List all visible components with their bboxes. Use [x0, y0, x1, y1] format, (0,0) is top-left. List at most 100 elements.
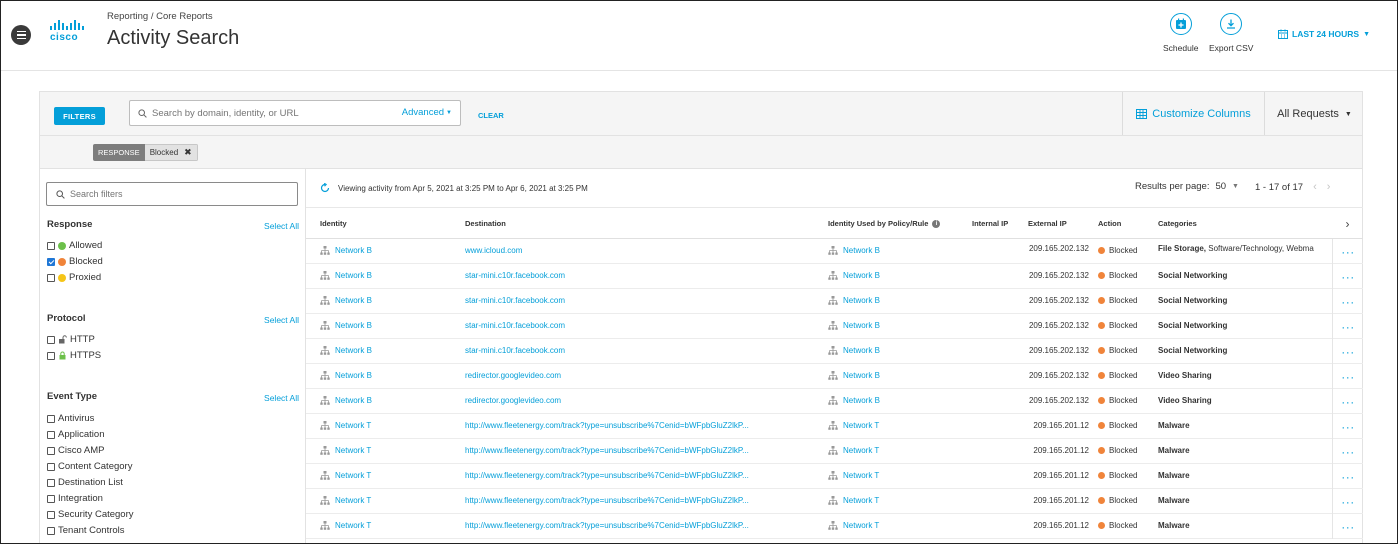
- table-row[interactable]: Network B redirector.googlevideo.com Netwo…: [306, 364, 1363, 389]
- policy-link[interactable]: Network T: [843, 471, 879, 480]
- col-internal-ip[interactable]: Internal IP: [972, 219, 1008, 228]
- filter-option-http[interactable]: HTTP: [47, 334, 95, 345]
- more-options-icon[interactable]: ···: [1332, 514, 1363, 539]
- destination-link[interactable]: redirector.googlevideo.com: [465, 396, 561, 405]
- export-csv-button[interactable]: Export CSV: [1209, 13, 1253, 53]
- filter-search-input[interactable]: [70, 189, 290, 199]
- checkbox[interactable]: [47, 526, 55, 535]
- chevron-right-icon[interactable]: ›: [1327, 181, 1331, 193]
- identity-link[interactable]: Network T: [335, 421, 371, 430]
- results-per-page[interactable]: Results per page: 50 ▼: [1135, 181, 1239, 192]
- policy-link[interactable]: Network B: [843, 271, 880, 280]
- col-external-ip[interactable]: External IP: [1028, 219, 1067, 228]
- identity-link[interactable]: Network B: [335, 296, 372, 305]
- table-row[interactable]: Network B star-mini.c10r.facebook.com Netw…: [306, 314, 1363, 339]
- policy-cell[interactable]: Network B: [828, 321, 880, 330]
- identity-cell[interactable]: Network T: [320, 446, 371, 455]
- filter-option-application[interactable]: Application: [47, 429, 104, 440]
- checkbox[interactable]: [47, 446, 55, 455]
- filter-option-https[interactable]: HTTPS: [47, 350, 101, 361]
- destination-link[interactable]: http://www.fleetenergy.com/track?type=un…: [465, 521, 749, 530]
- identity-cell[interactable]: Network T: [320, 521, 371, 530]
- results-per-page-value[interactable]: 50: [1215, 181, 1226, 192]
- identity-cell[interactable]: Network B: [320, 271, 372, 280]
- col-categories[interactable]: Categories: [1158, 219, 1197, 228]
- table-row[interactable]: Network T http://www.fleetenergy.com/trac…: [306, 464, 1363, 489]
- more-options-icon[interactable]: ···: [1332, 439, 1363, 464]
- policy-link[interactable]: Network B: [843, 321, 880, 330]
- filter-option-integration[interactable]: Integration: [47, 493, 103, 504]
- policy-link[interactable]: Network B: [843, 346, 880, 355]
- policy-cell[interactable]: Network B: [828, 296, 880, 305]
- policy-link[interactable]: Network T: [843, 496, 879, 505]
- checkbox-checked[interactable]: [47, 257, 55, 266]
- identity-cell[interactable]: Network B: [320, 371, 372, 380]
- clear-button[interactable]: CLEAR: [478, 111, 504, 120]
- checkbox[interactable]: [47, 273, 55, 282]
- table-row[interactable]: Network B star-mini.c10r.facebook.com Netw…: [306, 264, 1363, 289]
- filter-option-antivirus[interactable]: Antivirus: [47, 413, 94, 424]
- policy-cell[interactable]: Network T: [828, 521, 879, 530]
- more-options-icon[interactable]: ···: [1332, 364, 1363, 389]
- search-input-wrapper[interactable]: Advanced ▼: [129, 100, 461, 126]
- breadcrumb[interactable]: Reporting / Core Reports: [107, 11, 213, 22]
- destination-link[interactable]: star-mini.c10r.facebook.com: [465, 271, 565, 280]
- advanced-search-dropdown[interactable]: Advanced ▼: [402, 107, 452, 118]
- identity-cell[interactable]: Network B: [320, 396, 372, 405]
- more-options-icon[interactable]: ···: [1332, 489, 1363, 514]
- table-row[interactable]: Network B star-mini.c10r.facebook.com Netw…: [306, 289, 1363, 314]
- table-row[interactable]: Network T http://www.fleetenergy.com/trac…: [306, 414, 1363, 439]
- refresh-icon[interactable]: [320, 183, 330, 193]
- destination-link[interactable]: http://www.fleetenergy.com/track?type=un…: [465, 471, 749, 480]
- filter-option-destination-list[interactable]: Destination List: [47, 477, 123, 488]
- identity-link[interactable]: Network B: [335, 246, 372, 255]
- filter-option-cisco-amp[interactable]: Cisco AMP: [47, 445, 104, 456]
- policy-link[interactable]: Network B: [843, 246, 880, 255]
- filter-option-tenant-controls[interactable]: Tenant Controls: [47, 525, 125, 536]
- checkbox[interactable]: [47, 494, 55, 503]
- col-action[interactable]: Action: [1098, 219, 1121, 228]
- more-options-icon[interactable]: ···: [1332, 264, 1363, 289]
- filter-chip-response[interactable]: RESPONSE Blocked ✖: [93, 144, 198, 161]
- chevron-left-icon[interactable]: ‹: [1313, 181, 1317, 193]
- policy-cell[interactable]: Network B: [828, 346, 880, 355]
- checkbox[interactable]: [47, 478, 55, 487]
- filters-button[interactable]: FILTERS: [54, 107, 105, 125]
- checkbox[interactable]: [47, 414, 55, 423]
- policy-cell[interactable]: Network B: [828, 246, 880, 255]
- close-icon[interactable]: ✖: [184, 147, 192, 158]
- identity-link[interactable]: Network T: [335, 521, 371, 530]
- filter-option-security-category[interactable]: Security Category: [47, 509, 134, 520]
- checkbox[interactable]: [47, 462, 55, 471]
- identity-link[interactable]: Network B: [335, 396, 372, 405]
- more-options-icon[interactable]: ···: [1332, 289, 1363, 314]
- protocol-select-all[interactable]: Select All: [264, 315, 299, 325]
- filter-option-blocked[interactable]: Blocked: [47, 256, 103, 267]
- schedule-button[interactable]: Schedule: [1163, 13, 1198, 53]
- destination-link[interactable]: star-mini.c10r.facebook.com: [465, 346, 565, 355]
- policy-link[interactable]: Network T: [843, 521, 879, 530]
- identity-link[interactable]: Network B: [335, 371, 372, 380]
- table-row[interactable]: Network T http://www.fleetenergy.com/trac…: [306, 439, 1363, 464]
- more-options-icon[interactable]: ···: [1332, 389, 1363, 414]
- info-icon[interactable]: i: [932, 219, 941, 228]
- chevron-right-icon[interactable]: ›: [1332, 208, 1363, 240]
- checkbox[interactable]: [47, 510, 55, 519]
- table-row[interactable]: Network B redirector.googlevideo.com Netwo…: [306, 389, 1363, 414]
- identity-cell[interactable]: Network B: [320, 321, 372, 330]
- checkbox[interactable]: [47, 335, 55, 344]
- destination-link[interactable]: http://www.fleetenergy.com/track?type=un…: [465, 421, 749, 430]
- identity-link[interactable]: Network B: [335, 346, 372, 355]
- table-row[interactable]: Network T http://www.fleetenergy.com/trac…: [306, 514, 1363, 539]
- identity-cell[interactable]: Network T: [320, 471, 371, 480]
- filter-option-proxied[interactable]: Proxied: [47, 272, 101, 283]
- customize-columns-button[interactable]: Customize Columns: [1122, 92, 1264, 136]
- col-policy[interactable]: Identity Used by Policy/Rule i: [828, 219, 941, 228]
- policy-link[interactable]: Network B: [843, 371, 880, 380]
- identity-link[interactable]: Network T: [335, 446, 371, 455]
- destination-link[interactable]: star-mini.c10r.facebook.com: [465, 296, 565, 305]
- table-row[interactable]: Network B www.icloud.com Network B 209.165.…: [306, 239, 1363, 264]
- more-options-icon[interactable]: ···: [1332, 414, 1363, 439]
- identity-cell[interactable]: Network B: [320, 246, 372, 255]
- policy-cell[interactable]: Network B: [828, 271, 880, 280]
